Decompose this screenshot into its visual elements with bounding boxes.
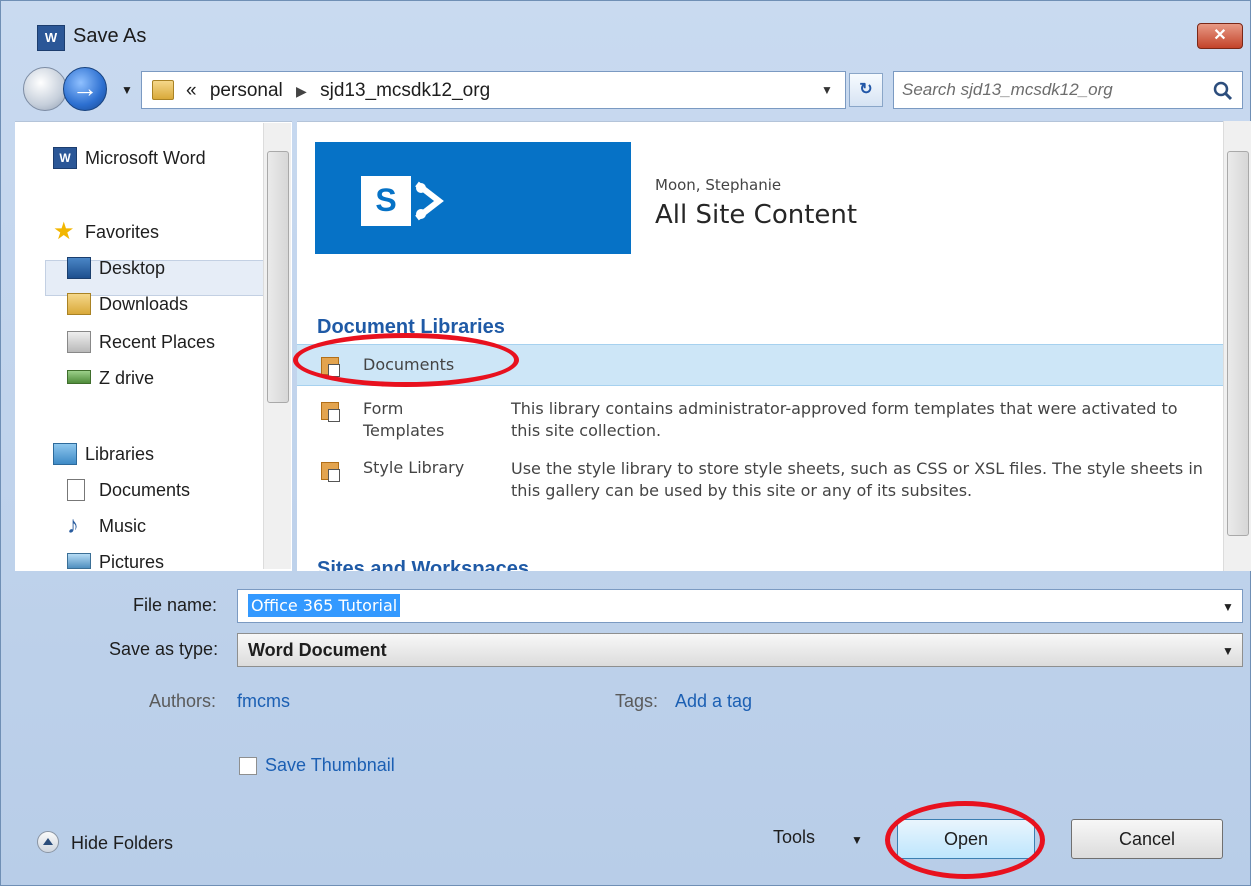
sharepoint-banner: S xyxy=(315,142,631,254)
save-as-type-dropdown-icon[interactable]: ▼ xyxy=(1222,644,1234,658)
site-title: All Site Content xyxy=(655,200,858,230)
close-button[interactable]: ✕ xyxy=(1197,23,1243,49)
window-title: Save As xyxy=(73,25,147,47)
breadcrumb-separator-icon[interactable]: ▶ xyxy=(296,83,307,99)
recent-pages-dropdown-icon[interactable]: ▼ xyxy=(121,83,133,97)
save-as-dialog: W Save As ✕ → ▼ « personal ▶ sjd13_mcsdk… xyxy=(0,0,1251,886)
tags-label: Tags: xyxy=(615,691,659,711)
save-thumbnail-checkbox[interactable] xyxy=(239,757,257,775)
save-thumbnail-label[interactable]: Save Thumbnail xyxy=(265,755,395,776)
recent-places-icon xyxy=(67,331,91,353)
save-as-type-label: Save as type: xyxy=(109,639,219,659)
library-description: This library contains administrator-appr… xyxy=(511,399,1178,440)
library-name[interactable]: Style Library xyxy=(363,458,464,477)
navigation-pane: W Microsoft Word ★ Favorites Desktop Dow… xyxy=(15,121,292,572)
forward-button[interactable]: → xyxy=(63,67,107,111)
file-name-input[interactable]: Office 365 Tutorial ▼ xyxy=(237,589,1243,623)
tools-button[interactable]: Tools ▼ xyxy=(761,821,881,857)
sites-workspaces-heading[interactable]: Sites and Workspaces xyxy=(317,558,529,571)
libraries-icon xyxy=(53,443,77,465)
library-icon xyxy=(321,402,340,422)
network-drive-icon xyxy=(67,370,91,384)
open-button[interactable]: Open xyxy=(897,819,1035,859)
library-row-documents[interactable]: Documents xyxy=(297,344,1223,386)
word-icon: W xyxy=(53,147,77,169)
sharepoint-arrow-icon xyxy=(415,181,444,221)
address-dropdown-icon[interactable]: ▼ xyxy=(821,83,833,97)
file-name-value[interactable]: Office 365 Tutorial xyxy=(248,594,401,617)
star-icon: ★ xyxy=(53,218,75,245)
save-as-type-value: Word Document xyxy=(248,640,387,660)
hide-folders-button[interactable]: Hide Folders xyxy=(71,833,173,854)
tools-dropdown-icon: ▼ xyxy=(851,833,863,847)
hide-folders-icon[interactable] xyxy=(37,831,59,853)
pictures-icon xyxy=(67,553,91,569)
library-description: Use the style library to store style she… xyxy=(511,459,1203,500)
file-name-label: File name: xyxy=(133,595,218,615)
search-icon[interactable] xyxy=(1212,80,1234,102)
search-box[interactable] xyxy=(893,71,1243,109)
site-owner: Moon, Stephanie xyxy=(655,176,782,194)
library-name[interactable]: Documents xyxy=(363,355,454,374)
library-icon xyxy=(321,462,340,482)
word-icon: W xyxy=(37,25,65,51)
authors-label: Authors: xyxy=(149,691,217,711)
save-as-type-select[interactable]: Word Document ▼ xyxy=(237,633,1243,667)
tools-label: Tools xyxy=(773,827,816,847)
sharepoint-logo-icon: S xyxy=(361,176,411,226)
library-name[interactable]: Form Templates xyxy=(363,398,444,442)
content-scrollbar-thumb[interactable] xyxy=(1227,151,1249,536)
search-input[interactable] xyxy=(902,78,1202,102)
cancel-button[interactable]: Cancel xyxy=(1071,819,1223,859)
add-tag-link[interactable]: Add a tag xyxy=(675,691,752,712)
breadcrumb-overflow[interactable]: « xyxy=(186,80,197,101)
breadcrumb-personal[interactable]: personal xyxy=(210,80,283,101)
document-libraries-heading[interactable]: Document Libraries xyxy=(317,316,505,339)
file-name-dropdown-icon[interactable]: ▼ xyxy=(1222,600,1234,614)
library-icon xyxy=(321,357,340,377)
breadcrumb: « personal ▶ sjd13_mcsdk12_org xyxy=(186,80,490,102)
content-pane: S Moon, Stephanie All Site Content Docum… xyxy=(297,121,1223,571)
title-bar: W Save As ✕ xyxy=(1,1,1251,59)
back-button[interactable] xyxy=(23,67,67,111)
refresh-button[interactable]: ↻ xyxy=(849,73,883,107)
address-bar[interactable]: « personal ▶ sjd13_mcsdk12_org xyxy=(141,71,846,109)
folder-icon xyxy=(152,80,174,100)
navigation-scrollbar-thumb[interactable] xyxy=(267,151,289,403)
authors-value[interactable]: fmcms xyxy=(237,691,290,712)
desktop-icon xyxy=(67,257,91,279)
breadcrumb-current-folder[interactable]: sjd13_mcsdk12_org xyxy=(320,80,490,101)
document-icon xyxy=(67,479,85,501)
downloads-icon xyxy=(67,293,91,315)
music-icon: ♪ xyxy=(67,512,79,539)
